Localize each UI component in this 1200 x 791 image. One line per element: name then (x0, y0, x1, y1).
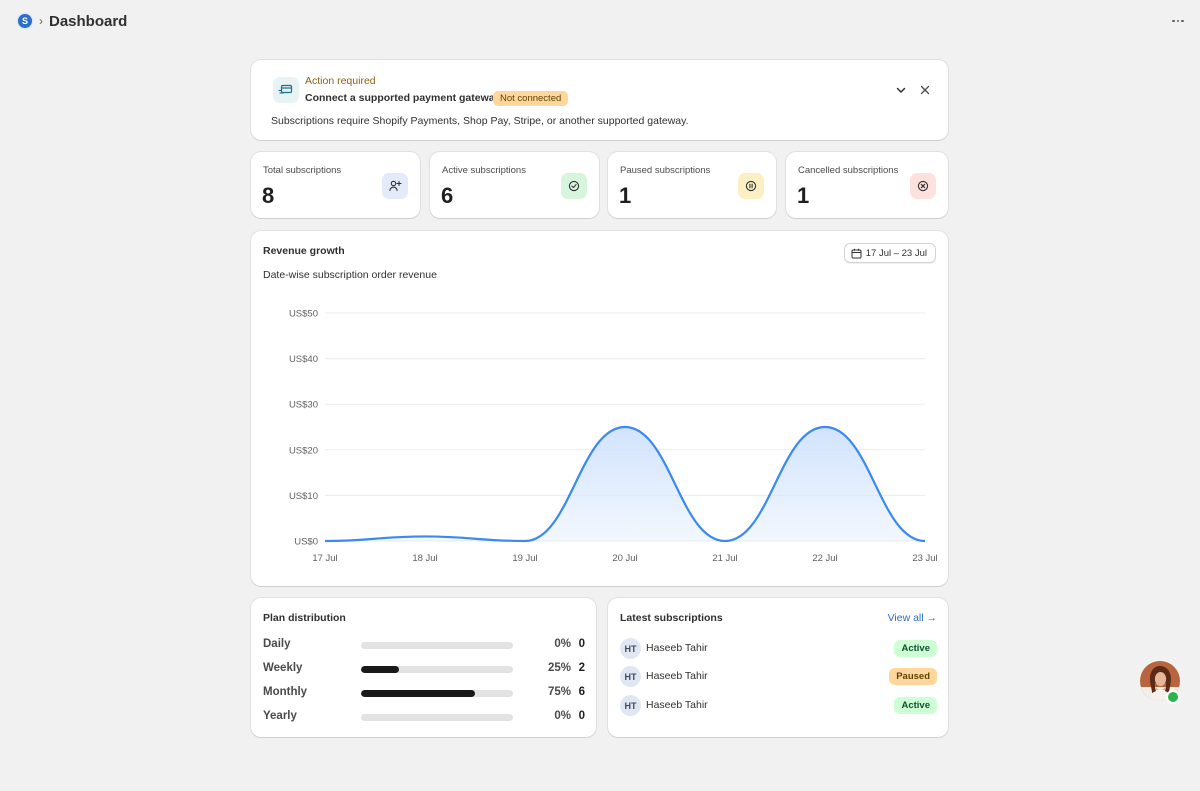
plan-percent: 75% (547, 686, 571, 698)
plan-row: Yearly 0% 0 (263, 708, 585, 726)
plan-distribution-card: Plan distribution Daily 0% 0 Weekly 25% 2 Mont… (251, 598, 596, 737)
plan-progress-bar (361, 642, 513, 649)
status-badge: Active (894, 640, 937, 657)
breadcrumb-chevron-icon: › (39, 14, 43, 28)
stat-value: 6 (441, 183, 454, 208)
x-tick-label: 22 Jul (812, 553, 837, 564)
plan-row: Monthly 75% 6 (263, 684, 585, 702)
subscription-row[interactable]: HT Haseeb Tahir Paused (620, 666, 937, 688)
stat-card-cancelled[interactable]: Cancelled subscriptions 1 (786, 152, 948, 218)
app-logo-icon[interactable]: S (18, 14, 32, 28)
y-tick-label: US$10 (289, 491, 318, 502)
plan-progress-bar (361, 714, 513, 721)
plan-progress-bar (361, 666, 513, 673)
status-badge: Active (894, 697, 937, 714)
y-tick-label: US$50 (289, 309, 318, 320)
x-tick-label: 23 Jul (912, 553, 937, 564)
x-tick-label: 21 Jul (712, 553, 737, 564)
plan-percent: 0% (554, 710, 571, 722)
stat-card-paused[interactable]: Paused subscriptions 1 (608, 152, 776, 218)
stat-value: 1 (797, 183, 810, 208)
subscription-row[interactable]: HT Haseeb Tahir Active (620, 638, 937, 660)
x-tick-label: 20 Jul (612, 553, 637, 564)
plan-name: Daily (263, 638, 291, 650)
stat-label: Active subscriptions (442, 165, 526, 176)
close-icon (920, 85, 930, 95)
collapse-banner-button[interactable] (894, 83, 908, 97)
chevron-down-icon (896, 87, 906, 93)
avatar: HT (620, 638, 641, 659)
plan-progress-fill (361, 690, 475, 697)
view-all-link[interactable]: View all → (888, 612, 937, 624)
dot-icon (1172, 19, 1175, 23)
revenue-chart: US$0 US$10 US$20 US$30 US$40 US$50 17 Jul 18 Ju… (289, 309, 938, 565)
more-actions-button[interactable] (1170, 13, 1186, 29)
pause-circle-icon (738, 173, 764, 199)
customer-name: Haseeb Tahir (646, 642, 708, 654)
plan-name: Yearly (263, 710, 297, 722)
plan-count: 6 (578, 686, 585, 698)
plan-row: Daily 0% 0 (263, 636, 585, 654)
online-status-dot (1166, 690, 1180, 704)
plan-count: 2 (578, 662, 585, 674)
stat-label: Paused subscriptions (620, 165, 711, 176)
section-title: Plan distribution (263, 612, 346, 624)
dot-icon (1181, 19, 1184, 23)
section-title: Latest subscriptions (620, 612, 723, 624)
status-badge: Not connected (493, 91, 569, 106)
banner-title: Connect a supported payment gateway (305, 92, 501, 104)
x-tick-label: 19 Jul (512, 553, 537, 564)
top-bar: S › Dashboard (0, 0, 1200, 42)
y-tick-label: US$30 (289, 400, 318, 411)
payment-card-icon (273, 77, 299, 103)
banner-body: Subscriptions require Shopify Payments, … (271, 115, 689, 127)
plan-percent: 0% (554, 638, 571, 650)
avatar: HT (620, 666, 641, 687)
stat-label: Cancelled subscriptions (798, 165, 899, 176)
stat-value: 1 (619, 183, 632, 208)
avatar: HT (620, 695, 641, 716)
y-tick-label: US$0 (294, 537, 318, 548)
status-badge: Paused (889, 668, 937, 685)
plan-percent: 25% (547, 662, 571, 674)
payment-gateway-banner: Action required Connect a supported paym… (251, 60, 948, 140)
customer-name: Haseeb Tahir (646, 670, 708, 682)
latest-subscriptions-card: Latest subscriptions View all → HT Haseeb… (608, 598, 948, 737)
revenue-growth-card: Revenue growth Date-wise subscription or… (251, 231, 948, 586)
plan-row: Weekly 25% 2 (263, 660, 585, 678)
x-circle-icon (910, 173, 936, 199)
page-title: Dashboard (49, 12, 128, 30)
y-tick-label: US$20 (289, 445, 318, 456)
revenue-area (325, 427, 925, 541)
x-tick-label: 17 Jul (312, 553, 337, 564)
check-circle-icon (561, 173, 587, 199)
add-user-icon (382, 173, 408, 199)
banner-kicker: Action required (305, 75, 376, 87)
dot-icon (1176, 19, 1180, 23)
plan-name: Monthly (263, 686, 308, 698)
customer-name: Haseeb Tahir (646, 699, 708, 711)
plan-name: Weekly (263, 662, 303, 674)
plan-count: 0 (578, 638, 585, 650)
dismiss-banner-button[interactable] (918, 83, 932, 97)
stat-card-total[interactable]: Total subscriptions 8 (251, 152, 420, 218)
plan-progress-fill (361, 666, 399, 673)
subscription-row[interactable]: HT Haseeb Tahir Active (620, 695, 937, 717)
y-tick-label: US$40 (289, 354, 318, 365)
plan-count: 0 (578, 710, 585, 722)
stat-value: 8 (262, 183, 275, 208)
plan-progress-bar (361, 690, 513, 697)
x-tick-label: 18 Jul (412, 553, 437, 564)
stat-card-active[interactable]: Active subscriptions 6 (430, 152, 599, 218)
stat-label: Total subscriptions (263, 165, 342, 176)
